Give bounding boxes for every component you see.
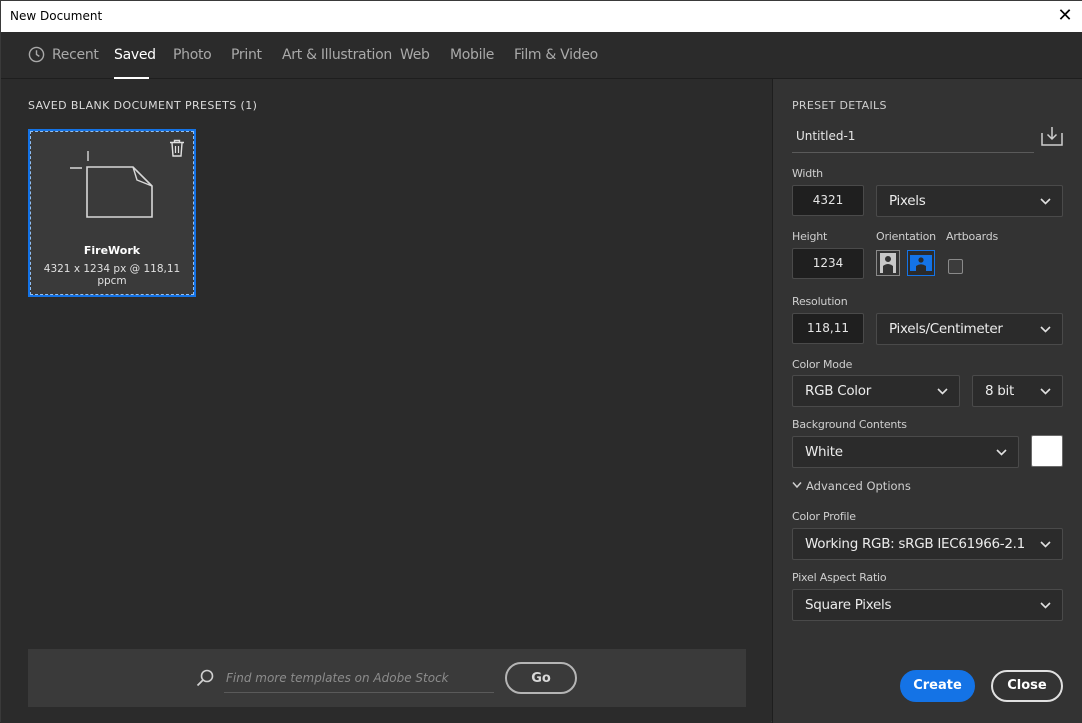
pixel-aspect-ratio-value: Square Pixels bbox=[805, 597, 892, 613]
advanced-options-label: Advanced Options bbox=[806, 479, 911, 493]
resolution-unit-dropdown[interactable]: Pixels/Centimeter bbox=[876, 313, 1063, 345]
width-unit-value: Pixels bbox=[889, 193, 926, 209]
tab-recent[interactable]: Recent bbox=[52, 47, 99, 63]
tab-print[interactable]: Print bbox=[231, 47, 262, 63]
artboards-checkbox[interactable] bbox=[948, 259, 963, 274]
trash-icon[interactable] bbox=[169, 139, 185, 157]
color-mode-label: Color Mode bbox=[792, 358, 853, 371]
portrait-orientation-button[interactable] bbox=[876, 250, 900, 276]
resolution-input[interactable]: 118,11 bbox=[792, 313, 864, 344]
artboards-label: Artboards bbox=[946, 230, 999, 243]
chevron-down-icon bbox=[1040, 602, 1051, 609]
preset-details-pane: PRESET DETAILS Untitled-1 Width 4321 Pix… bbox=[772, 79, 1082, 723]
new-document-dialog: New Document ✕ Recent Saved Photo Print … bbox=[0, 0, 1082, 723]
background-contents-value: White bbox=[805, 444, 843, 460]
chevron-down-icon bbox=[937, 388, 948, 395]
stock-search-bar: Go bbox=[28, 649, 746, 707]
tab-photo[interactable]: Photo bbox=[173, 47, 212, 63]
chevron-down-icon bbox=[792, 482, 802, 489]
resolution-label: Resolution bbox=[792, 295, 848, 308]
chevron-down-icon bbox=[1040, 541, 1051, 548]
preset-dimensions: 4321 x 1234 px @ 118,11 ppcm bbox=[43, 263, 181, 287]
background-contents-dropdown[interactable]: White bbox=[792, 436, 1019, 468]
stock-search-input[interactable] bbox=[224, 663, 494, 693]
presets-pane: SAVED BLANK DOCUMENT PRESETS (1) FireWor… bbox=[1, 79, 771, 723]
create-button[interactable]: Create bbox=[900, 670, 975, 702]
color-profile-label: Color Profile bbox=[792, 510, 856, 523]
chevron-down-icon bbox=[996, 449, 1007, 456]
orientation-label: Orientation bbox=[876, 230, 936, 243]
bit-depth-dropdown[interactable]: 8 bit bbox=[972, 375, 1063, 407]
width-unit-dropdown[interactable]: Pixels bbox=[876, 185, 1063, 217]
preset-details-header: PRESET DETAILS bbox=[792, 99, 887, 112]
search-icon bbox=[196, 669, 214, 687]
landscape-orientation-icon bbox=[910, 255, 932, 271]
close-button[interactable]: Close bbox=[991, 670, 1063, 702]
color-mode-value: RGB Color bbox=[805, 383, 871, 399]
tab-art-illustration[interactable]: Art & Illustration bbox=[282, 47, 392, 63]
color-profile-value: Working RGB: sRGB IEC61966-2.1 bbox=[805, 536, 1025, 552]
tab-saved[interactable]: Saved bbox=[114, 47, 156, 63]
chevron-down-icon bbox=[1040, 388, 1051, 395]
width-input[interactable]: 4321 bbox=[792, 185, 864, 216]
pixel-aspect-ratio-label: Pixel Aspect Ratio bbox=[792, 571, 887, 584]
presets-section-title: SAVED BLANK DOCUMENT PRESETS (1) bbox=[28, 99, 258, 112]
title-bar: New Document ✕ bbox=[1, 1, 1082, 32]
chevron-down-icon bbox=[1040, 198, 1051, 205]
background-color-swatch[interactable] bbox=[1031, 435, 1063, 467]
portrait-orientation-icon bbox=[880, 253, 896, 273]
height-input[interactable]: 1234 bbox=[792, 248, 864, 279]
preset-card[interactable]: FireWork 4321 x 1234 px @ 118,11 ppcm bbox=[28, 129, 196, 297]
tab-mobile[interactable]: Mobile bbox=[450, 47, 494, 63]
background-contents-label: Background Contents bbox=[792, 418, 907, 431]
landscape-orientation-button[interactable] bbox=[907, 250, 935, 276]
advanced-options-toggle[interactable]: Advanced Options bbox=[792, 479, 911, 493]
tab-web[interactable]: Web bbox=[400, 47, 430, 63]
clock-icon bbox=[28, 46, 45, 63]
height-label: Height bbox=[792, 230, 828, 243]
chevron-down-icon bbox=[1040, 326, 1051, 333]
bit-depth-value: 8 bit bbox=[985, 383, 1014, 399]
close-icon[interactable]: ✕ bbox=[1055, 5, 1075, 27]
window-title: New Document bbox=[10, 9, 103, 23]
color-mode-dropdown[interactable]: RGB Color bbox=[792, 375, 960, 407]
resolution-unit-value: Pixels/Centimeter bbox=[889, 321, 1003, 337]
go-button[interactable]: Go bbox=[505, 662, 577, 694]
category-tabs: Recent Saved Photo Print Art & Illustrat… bbox=[1, 32, 1082, 79]
document-icon bbox=[70, 151, 153, 218]
save-preset-icon[interactable] bbox=[1041, 126, 1063, 146]
width-label: Width bbox=[792, 167, 823, 180]
pixel-aspect-ratio-dropdown[interactable]: Square Pixels bbox=[792, 589, 1063, 621]
tab-film-video[interactable]: Film & Video bbox=[514, 47, 598, 63]
preset-name-field[interactable]: Untitled-1 bbox=[792, 122, 1034, 153]
color-profile-dropdown[interactable]: Working RGB: sRGB IEC61966-2.1 bbox=[792, 528, 1063, 560]
preset-name: FireWork bbox=[83, 244, 141, 257]
